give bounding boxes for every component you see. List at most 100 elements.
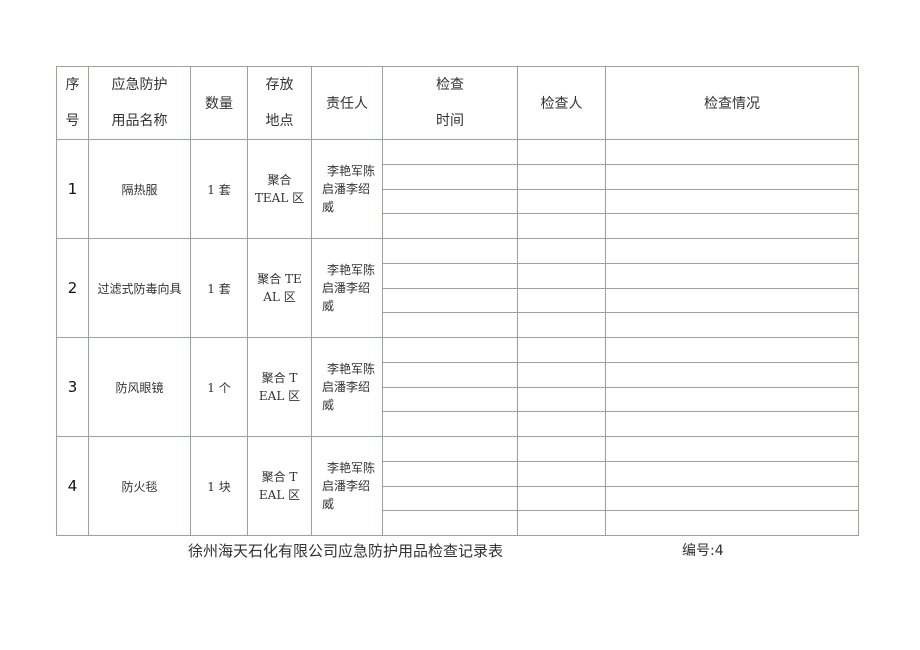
- row-item-name: 防风眼镜: [88, 337, 191, 437]
- row-responsible-line: 启潘李绍: [322, 182, 371, 196]
- check-time-cell[interactable]: [382, 460, 518, 487]
- row-seq-text: 2: [67, 279, 78, 297]
- row-seq: 2: [56, 238, 89, 338]
- row-location: 聚合 TEAL 区: [247, 436, 312, 536]
- inspector-cell[interactable]: [517, 510, 606, 536]
- row-item-name: 隔热服: [88, 139, 191, 239]
- check-status-cell[interactable]: [605, 163, 859, 190]
- header-location: 存放 地点: [247, 66, 312, 140]
- row-quantity: 1 套: [190, 238, 248, 338]
- check-time-cell[interactable]: [382, 411, 518, 437]
- row-seq-text: 3: [67, 378, 78, 396]
- row-item-name: 过滤式防毒向具: [88, 238, 191, 338]
- row-responsible: 李艳军陈启潘李绍威: [311, 436, 383, 536]
- check-time-cell[interactable]: [382, 386, 518, 413]
- check-status-cell[interactable]: [605, 361, 859, 388]
- row-responsible-line: 威: [322, 299, 335, 313]
- header-row: 序 号 应急防护 用品名称 数量 存放 地点 责任人 检查 时间 检查人 检查情…: [56, 66, 859, 140]
- inspector-cell[interactable]: [517, 460, 606, 487]
- row-responsible-line: 启潘李绍: [322, 281, 371, 295]
- header-inspector: 检查人: [517, 66, 606, 140]
- check-time-cell[interactable]: [382, 139, 518, 165]
- check-status-cell[interactable]: [605, 337, 859, 363]
- check-time-cell[interactable]: [382, 238, 518, 264]
- check-time-cell[interactable]: [382, 337, 518, 363]
- check-time-cell[interactable]: [382, 163, 518, 190]
- check-status-cell[interactable]: [605, 460, 859, 487]
- row-responsible: 李艳军陈启潘李绍威: [311, 238, 383, 338]
- check-status-cell[interactable]: [605, 436, 859, 462]
- inspector-cell[interactable]: [517, 188, 606, 215]
- check-status-cell[interactable]: [605, 312, 859, 338]
- inspector-cell[interactable]: [517, 213, 606, 239]
- inspector-cell[interactable]: [517, 262, 606, 289]
- header-check-time: 检查 时间: [382, 66, 518, 140]
- row-seq: 3: [56, 337, 89, 437]
- row-location-line: TEAL 区: [254, 191, 305, 205]
- table-row: 4 防火毯 1 块聚合 T EAL 区李艳军陈 启潘李绍威: [56, 436, 859, 536]
- document-title: 徐州海天石化有限公司应急防护用品检查记录表: [188, 542, 504, 560]
- check-time-cell[interactable]: [382, 436, 518, 462]
- check-time-cell[interactable]: [382, 510, 518, 536]
- inspector-cell[interactable]: [517, 238, 606, 264]
- row-responsible-line: 启潘李绍: [322, 479, 371, 493]
- row-location-line: EAL 区: [258, 389, 301, 403]
- check-time-cell[interactable]: [382, 312, 518, 338]
- header-seq-line2: 号: [65, 113, 80, 129]
- inspector-cell[interactable]: [517, 485, 606, 512]
- check-status-cell[interactable]: [605, 510, 859, 536]
- header-check-time-line2: 时间: [436, 113, 464, 129]
- check-status-cell[interactable]: [605, 411, 859, 437]
- row-seq-text: 1: [67, 180, 78, 198]
- check-time-cell[interactable]: [382, 188, 518, 215]
- inspector-cell[interactable]: [517, 361, 606, 388]
- row-quantity: 1 个: [190, 337, 248, 437]
- inspection-record-table: 序 号 应急防护 用品名称 数量 存放 地点 责任人 检查 时间 检查人 检查情…: [56, 66, 859, 536]
- header-location-line1: 存放: [265, 77, 294, 93]
- check-status-cell[interactable]: [605, 287, 859, 314]
- check-status-cell[interactable]: [605, 188, 859, 215]
- inspector-cell[interactable]: [517, 386, 606, 413]
- check-time-cell[interactable]: [382, 485, 518, 512]
- check-status-cell[interactable]: [605, 213, 859, 239]
- check-status-cell[interactable]: [605, 238, 859, 264]
- inspector-cell[interactable]: [517, 139, 606, 165]
- header-item-name-line2: 用品名称: [111, 113, 168, 129]
- row-responsible-line: 李艳军陈: [327, 461, 376, 475]
- check-time-cell[interactable]: [382, 213, 518, 239]
- header-item-name: 应急防护 用品名称: [88, 66, 191, 140]
- inspector-cell[interactable]: [517, 287, 606, 314]
- row-quantity-text: 1 套: [207, 182, 231, 197]
- row-responsible-line: 启潘李绍: [322, 380, 371, 394]
- header-quantity: 数量: [190, 66, 248, 140]
- check-time-cell[interactable]: [382, 287, 518, 314]
- inspector-cell[interactable]: [517, 436, 606, 462]
- table-row: 1 隔热服 1 套聚合 TEAL 区李艳军陈 启潘李绍威: [56, 139, 859, 239]
- row-seq: 1: [56, 139, 89, 239]
- inspector-cell[interactable]: [517, 337, 606, 363]
- row-responsible-line: 威: [322, 398, 335, 412]
- row-responsible-line: 李艳军陈: [327, 362, 376, 376]
- check-status-cell[interactable]: [605, 386, 859, 413]
- check-time-cell[interactable]: [382, 361, 518, 388]
- check-status-cell[interactable]: [605, 262, 859, 289]
- row-responsible-line: 李艳军陈: [327, 263, 376, 277]
- row-responsible-line: 威: [322, 497, 335, 511]
- row-location: 聚合 TEAL 区: [247, 238, 312, 338]
- table-row: 2 过滤式防毒向具 1 套 聚合 TE AL 区 李艳军陈 启潘李绍威: [56, 238, 859, 338]
- serial-number: 编号:4: [682, 543, 724, 559]
- row-item-name-text: 防火毯: [121, 479, 158, 494]
- check-status-cell[interactable]: [605, 485, 859, 512]
- row-seq-text: 4: [67, 477, 78, 495]
- header-check-status: 检查情况: [605, 66, 859, 140]
- row-responsible: 李艳军陈启潘李绍威: [311, 337, 383, 437]
- header-seq-line1: 序: [65, 77, 80, 93]
- inspector-cell[interactable]: [517, 411, 606, 437]
- check-time-cell[interactable]: [382, 262, 518, 289]
- inspector-cell[interactable]: [517, 163, 606, 190]
- check-status-cell[interactable]: [605, 139, 859, 165]
- row-responsible-line: 李艳军陈: [327, 164, 376, 178]
- inspector-cell[interactable]: [517, 312, 606, 338]
- row-quantity: 1 块: [190, 436, 248, 536]
- row-location-line: 聚合 T: [261, 470, 298, 484]
